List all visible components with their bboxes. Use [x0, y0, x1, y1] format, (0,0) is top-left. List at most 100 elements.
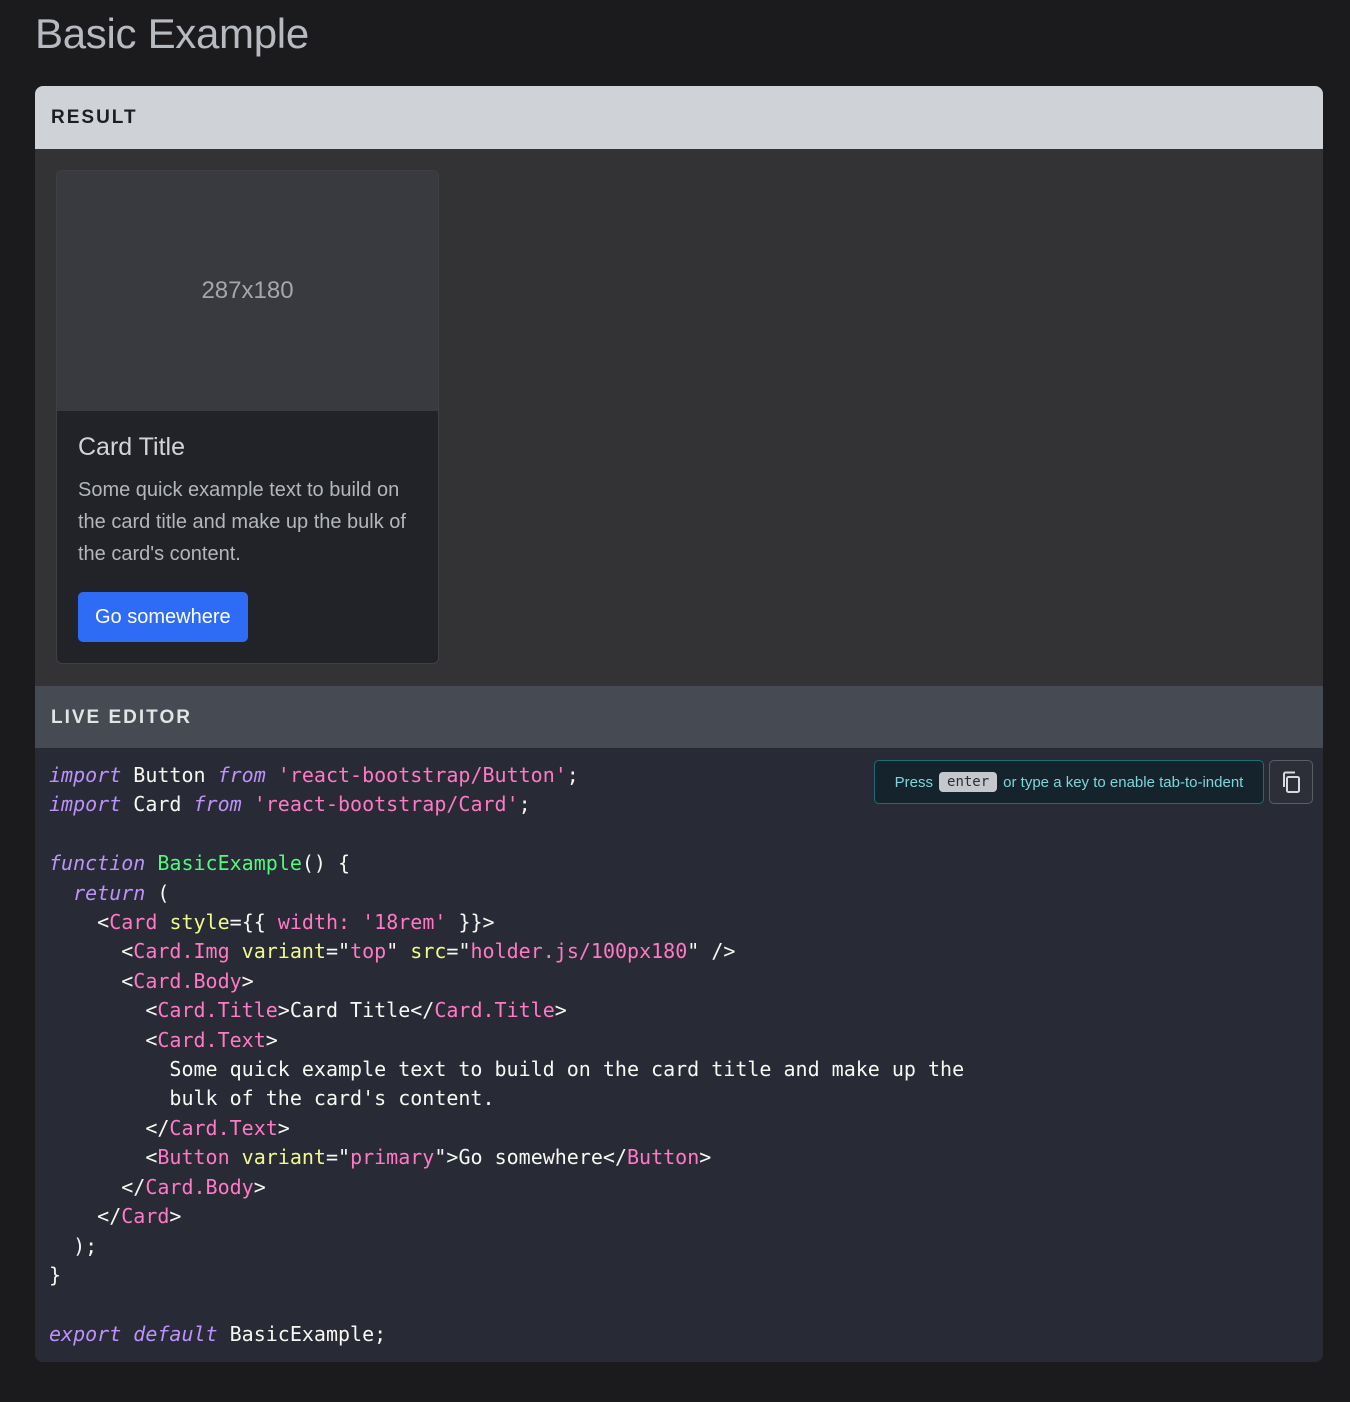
code-token: style [169, 910, 230, 935]
code-token: Card.Title [434, 998, 555, 1023]
code-token: variant [241, 1145, 326, 1170]
code-token: Card [121, 1204, 170, 1229]
code-line: return ( [49, 879, 964, 908]
code-token: ( [145, 880, 170, 905]
code-token: > [253, 1174, 266, 1199]
code-line: <Card.Title>Card Title</Card.Title> [49, 996, 964, 1025]
code-token: ; [566, 763, 579, 787]
code-token: ">Go somewhere</ [434, 1145, 628, 1170]
code-line: function BasicExample() { [49, 849, 964, 878]
card: 287x180 Card Title Some quick example te… [56, 170, 439, 664]
code-token: > [241, 968, 254, 993]
code-token: BasicExample [157, 851, 302, 876]
code-token: ={{ [229, 910, 278, 935]
code-token: </ [49, 1115, 170, 1140]
code-line: } [49, 1261, 964, 1290]
code-token: " /> [687, 939, 736, 964]
code-token: import [49, 792, 122, 817]
code-token: primary [350, 1145, 435, 1170]
code-line: import Button from 'react-bootstrap/Butt… [49, 761, 964, 790]
code-token: variant [241, 939, 326, 964]
code-token: > [277, 1115, 290, 1140]
tab-to-indent-hint: Press enter or type a key to enable tab-… [874, 760, 1264, 804]
code-line: bulk of the card's content. [49, 1084, 964, 1113]
live-editor-header: LIVE EDITOR [35, 686, 1323, 748]
code-token: top [350, 939, 387, 964]
result-header: RESULT [35, 86, 1323, 149]
code-line: import Card from 'react-bootstrap/Card'; [49, 790, 964, 819]
code-token: Button [627, 1145, 700, 1170]
code-token: < [49, 998, 158, 1023]
code-token: () { [301, 851, 351, 876]
result-preview: 287x180 Card Title Some quick example te… [35, 149, 1323, 686]
code-token: return [73, 880, 146, 905]
live-editor[interactable]: import Button from 'react-bootstrap/Butt… [35, 748, 1323, 1362]
copy-code-button[interactable] [1269, 760, 1313, 804]
code-token: export [49, 1321, 122, 1346]
code-token: < [49, 1027, 158, 1052]
code-token: < [49, 968, 134, 993]
code-token: BasicExample; [217, 1321, 387, 1346]
code-token: > [554, 998, 567, 1023]
page: Basic Example RESULT 287x180 Card Title … [0, 0, 1350, 1402]
code-line: ); [49, 1232, 964, 1261]
code-token: }}> [446, 910, 495, 935]
hint-enter-key: enter [939, 772, 998, 792]
code-token: >Card Title</ [277, 998, 435, 1023]
hint-rest-text: or type a key to enable tab-to-indent [1003, 773, 1244, 791]
code-token: > [169, 1204, 182, 1229]
code-token: < [49, 910, 110, 935]
code-token: default [133, 1321, 218, 1346]
hint-press-text: Press [894, 773, 934, 791]
code-token: =" [446, 939, 471, 964]
code-token: 'react-bootstrap/Button' [277, 763, 567, 787]
code-playground: RESULT 287x180 Card Title Some quick exa… [35, 86, 1323, 1362]
code-token: from [193, 792, 242, 817]
code-token: Card.Body [133, 968, 242, 993]
code-token: width: [277, 910, 351, 935]
code-line: <Button variant="primary">Go somewhere</… [49, 1143, 964, 1172]
code-token: < [49, 939, 134, 964]
code-token: Card.Title [157, 998, 278, 1023]
code-token: bulk of the card's content. [49, 1086, 495, 1111]
code-token: 'react-bootstrap/Card' [253, 792, 519, 817]
code-token: holder.js/100px180 [470, 939, 688, 964]
code-line: <Card style={{ width: '18rem' }}> [49, 908, 964, 937]
code-token: > [265, 1027, 278, 1052]
code-line: export default BasicExample; [49, 1320, 964, 1349]
code-line: </Card.Body> [49, 1173, 964, 1202]
code-token: Card.Img [133, 939, 230, 964]
code-token: Button [121, 763, 218, 787]
code-token: Card [121, 792, 194, 817]
card-title: Card Title [78, 433, 185, 461]
page-title: Basic Example [35, 10, 309, 57]
code-line: <Card.Img variant="top" src="holder.js/1… [49, 937, 964, 966]
card-image-size-label: 287x180 [201, 277, 294, 304]
go-somewhere-button[interactable]: Go somewhere [78, 592, 248, 642]
code-token: < [49, 1145, 158, 1170]
code-token: Button [157, 1145, 230, 1170]
code-token: > [699, 1145, 712, 1170]
code-editor-textarea[interactable]: import Button from 'react-bootstrap/Butt… [49, 761, 964, 1349]
code-token: Card.Body [145, 1174, 254, 1199]
card-body: Card Title Some quick example text to bu… [57, 411, 438, 663]
code-token: from [217, 763, 266, 787]
code-token: Card.Text [169, 1115, 278, 1140]
code-token: </ [49, 1204, 122, 1229]
code-token: } [49, 1262, 62, 1287]
code-token: '18rem' [362, 910, 447, 935]
copy-icon [1283, 771, 1300, 793]
code-line: </Card.Text> [49, 1114, 964, 1143]
code-token: import [49, 763, 122, 787]
code-token: =" [325, 1145, 351, 1170]
code-token: </ [49, 1174, 146, 1199]
code-token: " [386, 939, 411, 964]
